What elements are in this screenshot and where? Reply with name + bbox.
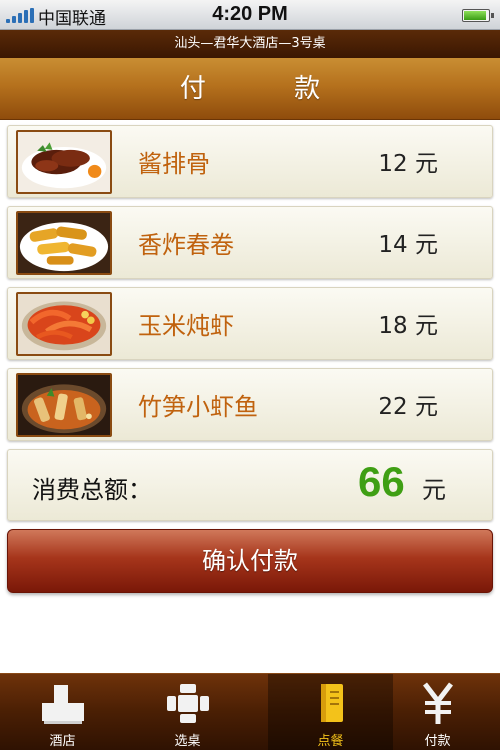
dish-price: 14 元 — [378, 232, 438, 258]
braised-ribs-photo — [16, 130, 112, 194]
page-title: 付 款 — [179, 74, 361, 104]
order-item[interactable]: 香炸春卷 14 元 — [7, 206, 493, 279]
status-time: 4:20 PM — [212, 3, 288, 25]
dish-price: 18 元 — [378, 313, 438, 339]
tab-label: 酒店 — [49, 734, 76, 749]
total-amount: 66 — [358, 458, 405, 505]
total-unit: 元 — [422, 476, 446, 504]
restaurant-table-subtitle: 汕头—君华大酒店—3号桌 — [0, 30, 500, 58]
bamboo-shoot-fish-photo — [16, 373, 112, 437]
tab-label: 付款 — [424, 734, 451, 749]
yen-icon — [423, 682, 453, 724]
total-label: 消费总额： — [32, 476, 152, 504]
dish-name: 玉米炖虾 — [138, 312, 234, 340]
battery-icon — [462, 9, 494, 22]
corn-shrimp-photo — [16, 292, 112, 356]
tab-label: 选桌 — [174, 734, 201, 749]
order-total: 消费总额： 66 元 — [7, 449, 493, 521]
dish-name: 酱排骨 — [138, 150, 210, 178]
page-header: 付 款 — [0, 58, 500, 120]
dish-price: 22 元 — [378, 394, 438, 420]
dish-name: 香炸春卷 — [138, 231, 234, 259]
tab-select-table[interactable]: 选桌 — [125, 674, 250, 750]
ordered-items-list: 酱排骨 12 元 香炸春卷 14 元 玉米炖虾 18 元 竹笋小虾鱼 22 元 — [7, 125, 493, 449]
tab-payment[interactable]: 付款 — [375, 674, 500, 750]
order-item[interactable]: 酱排骨 12 元 — [7, 125, 493, 198]
menu-book-icon — [321, 684, 343, 722]
spring-rolls-photo — [16, 211, 112, 275]
dish-name: 竹笋小虾鱼 — [138, 393, 258, 421]
bottom-tab-bar: 酒店 选桌 点餐 付款 — [0, 673, 500, 750]
confirm-payment-button[interactable]: 确认付款 — [7, 529, 493, 593]
table-icon — [167, 684, 209, 723]
dish-price: 12 元 — [378, 151, 438, 177]
order-item[interactable]: 竹笋小虾鱼 22 元 — [7, 368, 493, 441]
order-item[interactable]: 玉米炖虾 18 元 — [7, 287, 493, 360]
tab-hotel[interactable]: 酒店 — [0, 674, 125, 750]
hotel-icon — [42, 685, 84, 724]
status-bar: 中国联通 4:20 PM — [0, 0, 500, 30]
